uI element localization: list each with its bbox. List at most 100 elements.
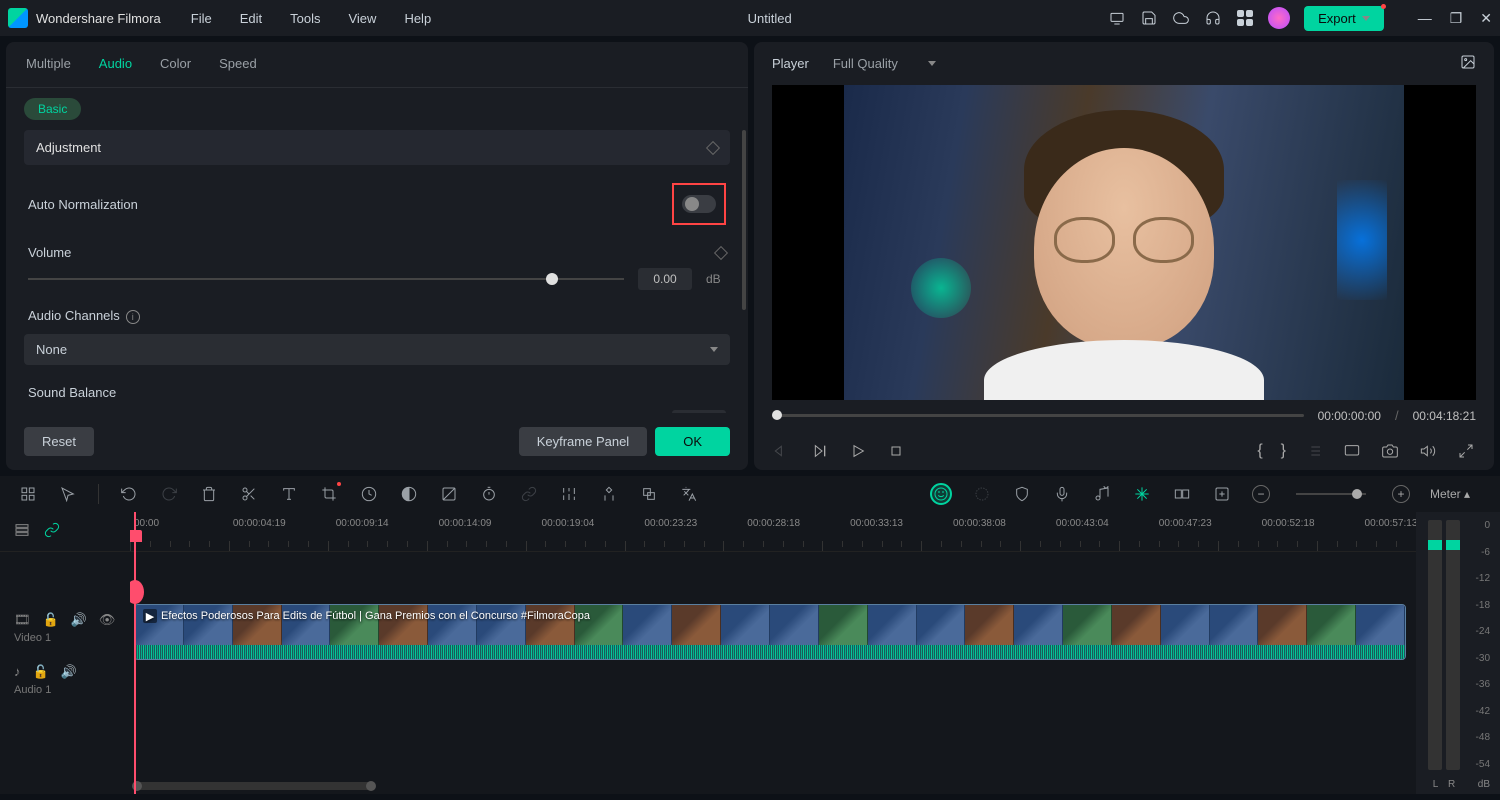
track-manage-icon[interactable]	[14, 522, 30, 541]
list-icon[interactable]	[1304, 441, 1324, 461]
smiley-icon[interactable]	[930, 483, 952, 505]
text-icon[interactable]	[279, 484, 299, 504]
visibility-icon[interactable]: 👁	[99, 612, 116, 628]
section-adjustment[interactable]: Adjustment	[24, 130, 730, 165]
subtab-basic[interactable]: Basic	[24, 98, 81, 120]
video-track-row[interactable]: ▶Efectos Poderosos Para Edits de Fútbol …	[130, 604, 1416, 662]
mark-out-icon[interactable]: }	[1281, 442, 1286, 460]
menu-view[interactable]: View	[348, 11, 376, 26]
timeline-main[interactable]: 00:00 00:00:04:19 00:00:09:14 00:00:14:0…	[130, 512, 1416, 794]
mask-icon[interactable]	[439, 484, 459, 504]
link-icon[interactable]	[519, 484, 539, 504]
ruler-tick: 00:00:14:09	[439, 518, 492, 529]
zoom-thumb[interactable]	[1352, 489, 1362, 499]
keyframe-diamond-icon[interactable]	[714, 245, 728, 259]
ruler-tick: 00:00:52:18	[1262, 518, 1315, 529]
time-ruler[interactable]: 00:00 00:00:04:19 00:00:09:14 00:00:14:0…	[130, 512, 1416, 552]
cloud-icon[interactable]	[1172, 9, 1190, 27]
volume-icon[interactable]	[1418, 441, 1438, 461]
camera-icon[interactable]	[1380, 441, 1400, 461]
menu-tools[interactable]: Tools	[290, 11, 320, 26]
group-icon[interactable]	[639, 484, 659, 504]
fullscreen-icon[interactable]	[1456, 441, 1476, 461]
channels-select[interactable]: None	[24, 334, 730, 365]
mark-in-icon[interactable]: {	[1257, 442, 1262, 460]
tab-audio[interactable]: Audio	[99, 56, 132, 77]
crop-icon[interactable]	[319, 484, 339, 504]
grid-icon[interactable]	[18, 484, 38, 504]
translate-icon[interactable]	[679, 484, 699, 504]
speed-icon[interactable]	[359, 484, 379, 504]
balance-value[interactable]: 0.00	[672, 410, 726, 413]
maximize-button[interactable]: ❐	[1450, 10, 1463, 27]
lock-icon[interactable]: 🔓	[33, 664, 49, 680]
timeline-scrollbar[interactable]	[134, 782, 374, 790]
zoom-in-button[interactable]: +	[1392, 485, 1410, 503]
blur-icon[interactable]	[972, 484, 992, 504]
mute-icon[interactable]: 🔊	[61, 664, 77, 680]
tab-multiple[interactable]: Multiple	[26, 56, 71, 77]
export-button[interactable]: Export	[1304, 6, 1384, 31]
volume-slider[interactable]	[28, 278, 624, 280]
headphones-icon[interactable]	[1204, 9, 1222, 27]
zoom-out-button[interactable]: −	[1252, 485, 1270, 503]
redo-icon[interactable]	[159, 484, 179, 504]
playhead-handle[interactable]	[130, 580, 144, 604]
ok-button[interactable]: OK	[655, 427, 730, 456]
reset-button[interactable]: Reset	[24, 427, 94, 456]
prev-frame-icon[interactable]	[772, 441, 792, 461]
audio-icon[interactable]: ♪	[14, 664, 21, 680]
cursor-icon[interactable]	[58, 484, 78, 504]
tab-speed[interactable]: Speed	[219, 56, 257, 77]
menu-help[interactable]: Help	[404, 11, 431, 26]
auto-norm-toggle[interactable]	[682, 195, 716, 213]
adjust-icon[interactable]	[559, 484, 579, 504]
volume-value[interactable]: 0.00	[638, 268, 692, 290]
quality-select[interactable]: Full Quality	[833, 56, 936, 71]
undo-icon[interactable]	[119, 484, 139, 504]
user-avatar[interactable]	[1268, 7, 1290, 29]
mic-icon[interactable]	[1052, 484, 1072, 504]
add-icon[interactable]	[1212, 484, 1232, 504]
lock-icon[interactable]: 🔓	[43, 612, 59, 628]
music-icon[interactable]	[1092, 484, 1112, 504]
compare-icon[interactable]	[1172, 484, 1192, 504]
playhead[interactable]	[134, 512, 136, 794]
document-title: Untitled	[431, 11, 1108, 26]
menu-file[interactable]: File	[191, 11, 212, 26]
shield-icon[interactable]	[1012, 484, 1032, 504]
split-icon[interactable]	[239, 484, 259, 504]
apps-icon[interactable]	[1236, 9, 1254, 27]
step-back-icon[interactable]	[810, 441, 830, 461]
save-icon[interactable]	[1140, 9, 1158, 27]
play-icon[interactable]	[848, 441, 868, 461]
scrub-thumb[interactable]	[772, 410, 782, 420]
keyframe-diamond-icon[interactable]	[706, 140, 720, 154]
zoom-slider[interactable]	[1296, 493, 1366, 495]
timer-icon[interactable]	[479, 484, 499, 504]
enhance-icon[interactable]	[1132, 484, 1152, 504]
keyframe-icon[interactable]	[599, 484, 619, 504]
video-preview[interactable]	[772, 85, 1476, 400]
tab-color[interactable]: Color	[160, 56, 191, 77]
minimize-button[interactable]: —	[1418, 10, 1432, 27]
color-icon[interactable]	[399, 484, 419, 504]
info-icon[interactable]: i	[126, 310, 140, 324]
video-clip[interactable]: ▶Efectos Poderosos Para Edits de Fútbol …	[134, 604, 1406, 660]
stop-icon[interactable]	[886, 441, 906, 461]
video-icon[interactable]: 🎞	[14, 612, 31, 628]
scrollbar[interactable]	[742, 130, 746, 310]
slider-thumb[interactable]	[546, 273, 558, 285]
keyframe-panel-button[interactable]: Keyframe Panel	[519, 427, 648, 456]
delete-icon[interactable]	[199, 484, 219, 504]
screen-icon[interactable]	[1108, 9, 1126, 27]
close-button[interactable]: ✕	[1480, 10, 1492, 27]
display-icon[interactable]	[1342, 441, 1362, 461]
snapshot-icon[interactable]	[1460, 54, 1476, 73]
mute-icon[interactable]: 🔊	[71, 612, 87, 628]
scrub-track[interactable]	[772, 414, 1304, 417]
meter-toggle[interactable]: Meter ▴	[1430, 487, 1482, 501]
menu-edit[interactable]: Edit	[240, 11, 262, 26]
video-track-label: Video 1	[14, 632, 116, 644]
link-toggle-icon[interactable]	[44, 522, 60, 541]
